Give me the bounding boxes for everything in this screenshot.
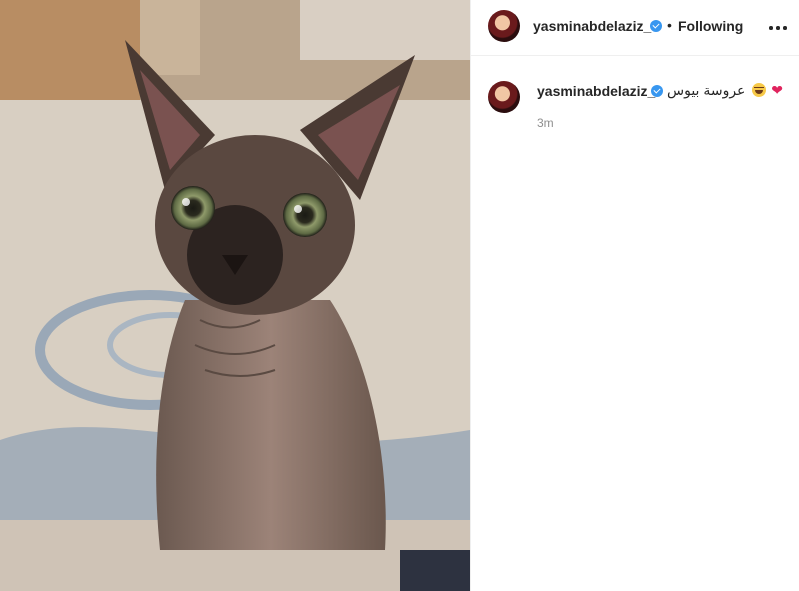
caption-author-username[interactable]: yasminabdelaziz_ xyxy=(537,83,655,99)
verified-badge-icon xyxy=(651,85,663,97)
red-heart-icon: ❤ xyxy=(771,82,783,98)
caption-author-avatar[interactable] xyxy=(488,81,520,113)
post-side-panel: yasminabdelaziz_ • Following yasminabdel… xyxy=(470,0,799,591)
laughing-face-icon xyxy=(752,83,767,97)
post-caption: yasminabdelaziz_ عروسة بيوس ❤ 3m xyxy=(471,0,799,200)
caption-text: عروسة بيوس xyxy=(667,82,746,98)
post-image[interactable] xyxy=(0,0,470,591)
caption-text-wrap: عروسة بيوس ❤ xyxy=(667,82,783,99)
post-timestamp[interactable]: 3m xyxy=(537,116,554,130)
